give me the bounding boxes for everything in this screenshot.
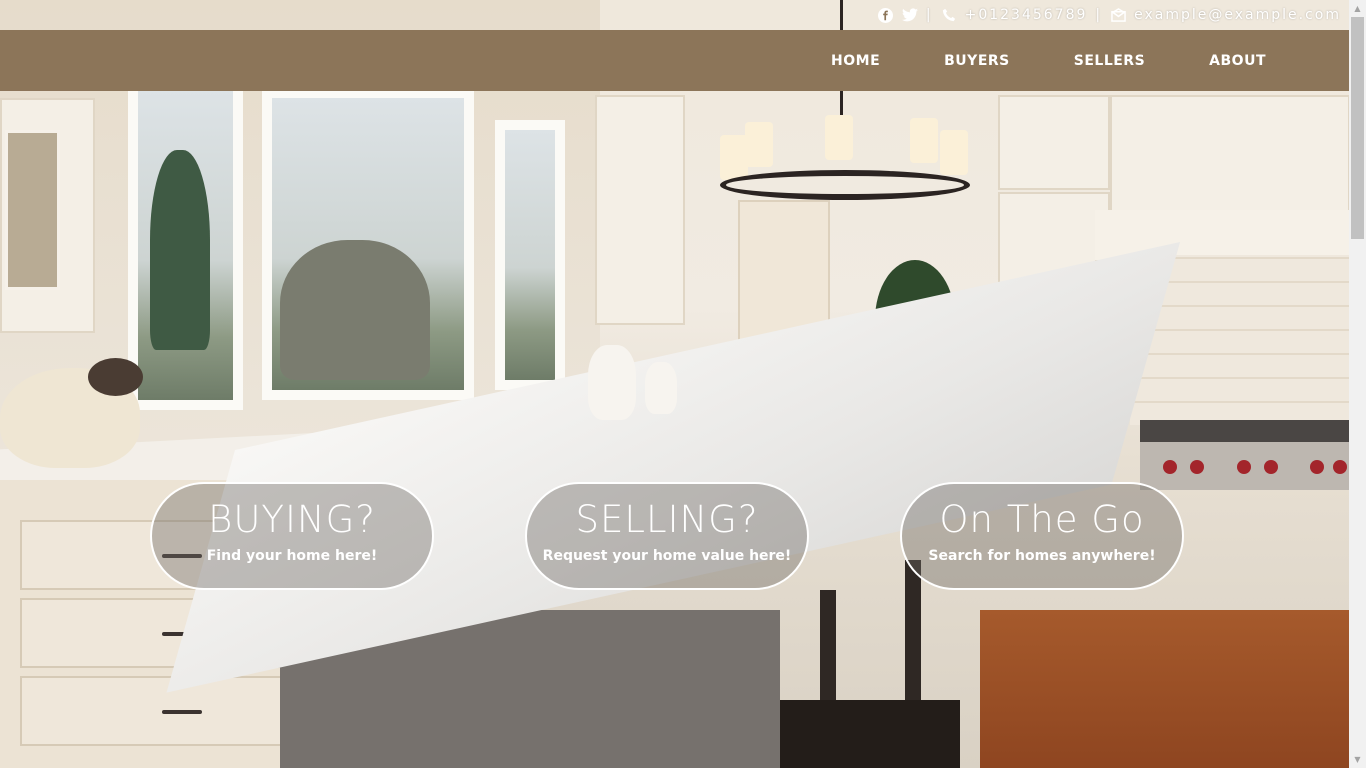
facebook-icon[interactable] (878, 7, 894, 23)
selling-subtitle: Request your home value here! (542, 548, 792, 564)
buying-subtitle: Find your home here! (206, 548, 378, 564)
email-address[interactable]: example@example.com (1134, 7, 1341, 23)
main-navbar: HOME BUYERS SELLERS ABOUT (0, 30, 1349, 91)
separator: | (925, 7, 933, 23)
nav-home[interactable]: HOME (831, 53, 880, 69)
hero-background-image (0, 0, 1349, 768)
on-the-go-title: On The Go (939, 498, 1145, 541)
on-the-go-subtitle: Search for homes anywhere! (928, 548, 1156, 564)
separator: | (1095, 7, 1103, 23)
vertical-scrollbar[interactable]: ▲ ▼ (1349, 0, 1366, 768)
contact-bar: | +0123456789 | example@example.com (878, 0, 1349, 30)
nav-buyers[interactable]: BUYERS (944, 53, 1010, 69)
nav-about[interactable]: ABOUT (1209, 53, 1266, 69)
scroll-down-arrow-icon[interactable]: ▼ (1349, 751, 1366, 768)
buying-title: BUYING? (208, 498, 376, 541)
on-the-go-card[interactable]: On The Go Search for homes anywhere! (900, 482, 1184, 590)
envelope-icon (1110, 7, 1126, 23)
main-nav: HOME BUYERS SELLERS ABOUT (767, 30, 1266, 91)
scroll-up-arrow-icon[interactable]: ▲ (1349, 0, 1366, 17)
phone-number[interactable]: +0123456789 (965, 7, 1088, 23)
buying-card[interactable]: BUYING? Find your home here! (150, 482, 434, 590)
scrollbar-thumb[interactable] (1351, 17, 1364, 239)
twitter-icon[interactable] (901, 7, 918, 23)
phone-icon (941, 7, 957, 23)
selling-title: SELLING? (575, 498, 759, 541)
selling-card[interactable]: SELLING? Request your home value here! (525, 482, 809, 590)
nav-sellers[interactable]: SELLERS (1074, 53, 1145, 69)
